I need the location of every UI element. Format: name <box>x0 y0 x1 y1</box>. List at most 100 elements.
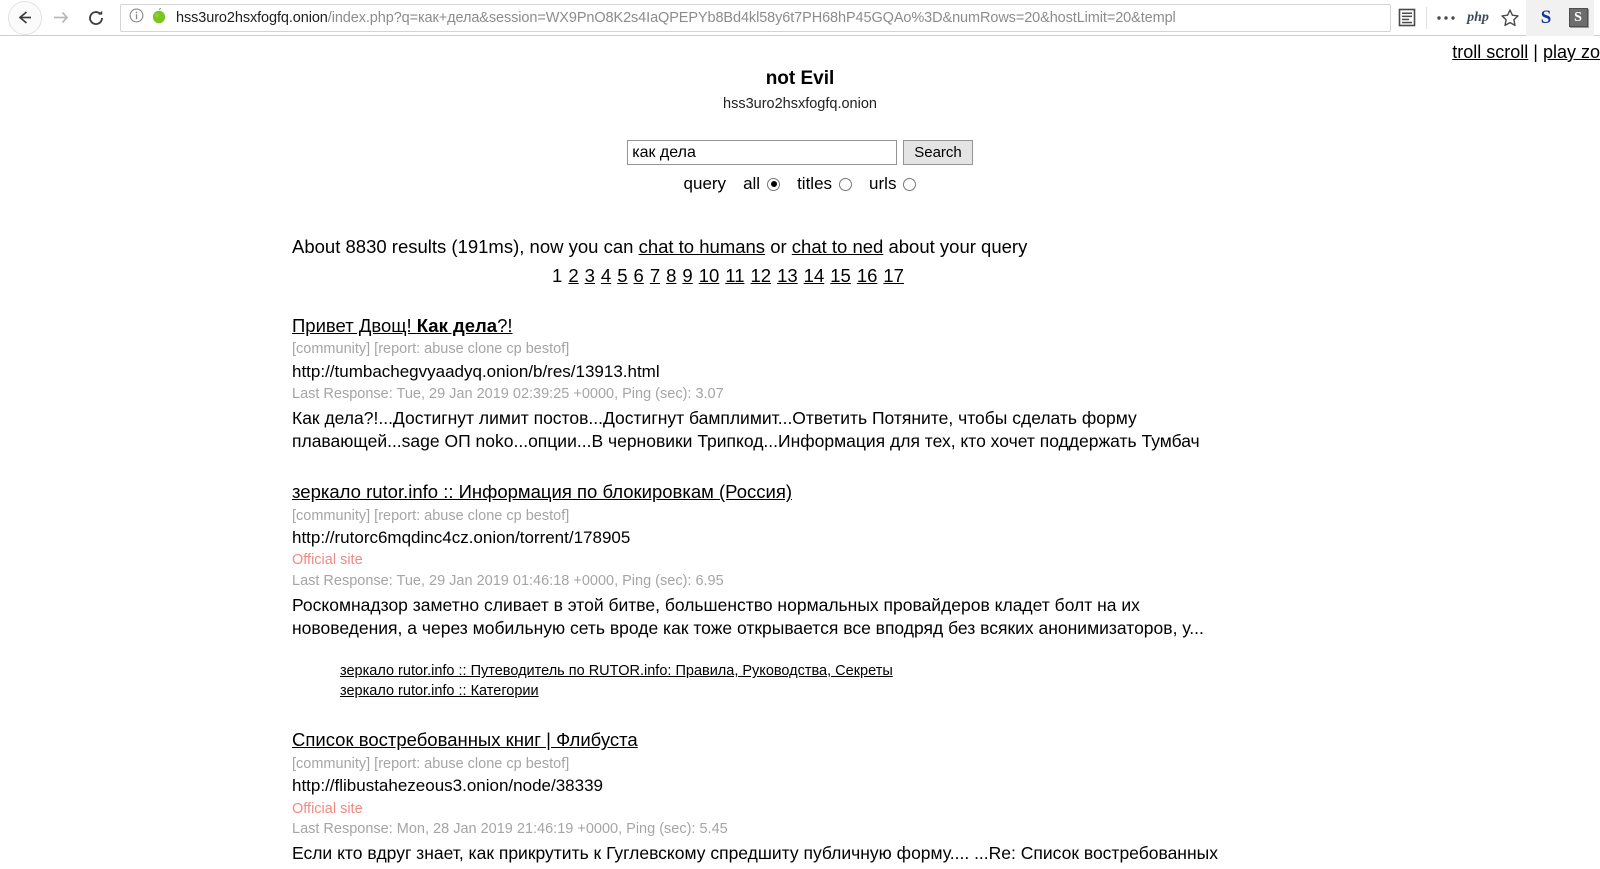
page-link[interactable]: 12 <box>751 265 772 286</box>
php-extension-label: php <box>1467 9 1489 25</box>
official-site-badge: Official site <box>292 800 363 817</box>
result-title-link[interactable]: зеркало rutor.info :: Информация по блок… <box>292 480 792 503</box>
result-meta: Last Response: Tue, 29 Jan 2019 01:46:18… <box>292 573 724 590</box>
site-domain: hss3uro2hsxfogfq.onion <box>723 95 877 112</box>
result-sublinks: зеркало rutor.info :: Путеводитель по RU… <box>292 662 1580 701</box>
scope-titles-radio[interactable] <box>839 177 853 191</box>
summary-middle: or <box>765 236 792 258</box>
page-link[interactable]: 17 <box>883 265 904 286</box>
result-sublink[interactable]: зеркало rutor.info :: Путеводитель по RU… <box>340 662 1580 682</box>
corner-separator: | <box>1528 42 1543 62</box>
page-link[interactable]: 8 <box>666 265 676 286</box>
corner-links: troll scroll | play zo <box>1452 42 1600 63</box>
extension-sbox-label: S <box>1568 8 1588 27</box>
reload-button[interactable] <box>78 0 114 36</box>
search-button[interactable]: Search <box>903 140 973 166</box>
extension-sbox-button[interactable]: S <box>1562 0 1594 36</box>
page-link[interactable]: 16 <box>857 265 878 286</box>
page-link[interactable]: 2 <box>568 265 578 286</box>
result-title-tail: ?! <box>497 315 513 337</box>
search-scope-options: query all titles urls <box>0 174 1600 194</box>
page-link[interactable]: 9 <box>682 265 692 286</box>
page-link[interactable]: 15 <box>830 265 851 286</box>
result-sublink[interactable]: зеркало rutor.info :: Категории <box>340 682 1580 702</box>
more-options-button[interactable] <box>1430 0 1462 36</box>
extensions-area: S S <box>1526 0 1594 36</box>
result-tags: [community] [report: abuse clone cp best… <box>292 755 570 772</box>
page-link[interactable]: 3 <box>585 265 595 286</box>
browser-toolbar: hss3uro2hsxfogfq.onion/index.php?q=как+д… <box>0 0 1600 36</box>
back-arrow-icon <box>18 11 31 24</box>
summary-suffix: about your query <box>883 236 1028 258</box>
scope-titles-label: titles <box>797 174 833 194</box>
search-area: Search query all titles urls <box>0 140 1600 194</box>
result-snippet: Роскомнадзор заметно сливает в этой битв… <box>292 595 1204 639</box>
forward-arrow-icon <box>53 11 68 24</box>
page-link[interactable]: 10 <box>699 265 720 286</box>
page-link[interactable]: 14 <box>804 265 825 286</box>
result-meta: Last Response: Tue, 29 Jan 2019 02:39:25… <box>292 386 724 403</box>
result-url: http://flibustahezeous3.onion/node/38339 <box>292 776 603 796</box>
result-tags: [community] [report: abuse clone cp best… <box>292 341 570 358</box>
search-result: Привет Двощ! Как дела?! [community] [rep… <box>292 314 1580 453</box>
result-snippet: Как дела?!...Достигнут лимит постов...До… <box>292 408 1200 452</box>
bookmark-button[interactable] <box>1494 0 1526 36</box>
result-snippet: Если кто вдруг знает, как прикрутить к Г… <box>292 843 1218 868</box>
result-meta: Last Response: Mon, 28 Jan 2019 21:46:19… <box>292 821 728 838</box>
scope-all-label: all <box>743 174 761 194</box>
url-host: hss3uro2hsxfogfq.onion <box>176 9 328 26</box>
reader-view-icon <box>1398 8 1416 27</box>
result-title-highlight: Как дела <box>416 315 498 337</box>
scope-urls-radio[interactable] <box>903 177 917 191</box>
php-extension-button[interactable]: php <box>1462 0 1494 36</box>
search-input[interactable] <box>627 140 898 166</box>
reload-icon <box>89 10 103 25</box>
troll-scroll-link[interactable]: troll scroll <box>1452 42 1528 62</box>
extension-s-button[interactable]: S <box>1530 0 1562 36</box>
site-header: not Evil hss3uro2hsxfogfq.onion <box>0 36 1600 113</box>
url-text: hss3uro2hsxfogfq.onion/index.php?q=как+д… <box>176 4 1382 32</box>
page-link[interactable]: 7 <box>650 265 660 286</box>
more-options-icon <box>1437 15 1455 20</box>
page-link[interactable]: 6 <box>634 265 644 286</box>
results-summary: About 8830 results (191ms), now you can … <box>292 235 1580 258</box>
page-current: 1 <box>552 265 563 287</box>
result-url: http://tumbachegvyaadyq.onion/b/res/1391… <box>292 362 660 382</box>
result-title-text: зеркало rutor.info :: Информация по блок… <box>292 481 792 503</box>
chat-to-humans-link[interactable]: chat to humans <box>639 236 766 257</box>
forward-button[interactable] <box>42 0 78 36</box>
address-bar[interactable]: hss3uro2hsxfogfq.onion/index.php?q=как+д… <box>120 3 1391 32</box>
result-tags: [community] [report: abuse clone cp best… <box>292 507 570 524</box>
result-url: http://rutorc6mqdinc4cz.onion/torrent/17… <box>292 528 631 548</box>
result-title-text: Список востребованных книг | Флибуста <box>292 729 638 751</box>
page-link[interactable]: 5 <box>617 265 627 286</box>
result-title-text: Привет Двощ! <box>292 315 417 337</box>
back-button[interactable] <box>6 0 42 36</box>
page-link[interactable]: 4 <box>601 265 611 286</box>
official-site-badge: Official site <box>292 552 363 569</box>
query-label: query <box>683 174 727 194</box>
chat-to-ned-link[interactable]: chat to ned <box>792 236 884 257</box>
info-circle-icon[interactable] <box>129 8 144 28</box>
page-link[interactable]: 11 <box>725 265 744 286</box>
reader-view-button[interactable] <box>1391 0 1423 36</box>
play-zone-link[interactable]: play zo <box>1543 42 1600 62</box>
onion-icon <box>151 7 167 29</box>
extension-s-label: S <box>1540 6 1552 28</box>
result-title-link[interactable]: Список востребованных книг | Флибуста <box>292 728 638 751</box>
toolbar-divider <box>1426 6 1427 29</box>
scope-all-radio[interactable] <box>767 177 781 191</box>
star-bookmark-icon <box>1501 8 1519 26</box>
url-path: /index.php?q=как+дела&session=WX9PnO8K2s… <box>327 9 1176 26</box>
result-title-link[interactable]: Привет Двощ! Как дела?! <box>292 314 513 337</box>
search-result: Список востребованных книг | Флибуста [c… <box>292 728 1580 868</box>
page-title: not Evil <box>765 68 835 89</box>
page-content: troll scroll | play zo not Evil hss3uro2… <box>0 36 1600 868</box>
search-row: Search <box>627 140 973 166</box>
results-region: About 8830 results (191ms), now you can … <box>0 235 1600 868</box>
summary-prefix: About 8830 results (191ms), now you can <box>292 236 639 258</box>
scope-urls-label: urls <box>869 174 897 194</box>
pagination: 1 2 3 4 5 6 7 8 9 10 11 12 13 14 15 16 17 <box>292 265 1580 287</box>
search-result: зеркало rutor.info :: Информация по блок… <box>292 480 1580 701</box>
page-link[interactable]: 13 <box>777 265 798 286</box>
